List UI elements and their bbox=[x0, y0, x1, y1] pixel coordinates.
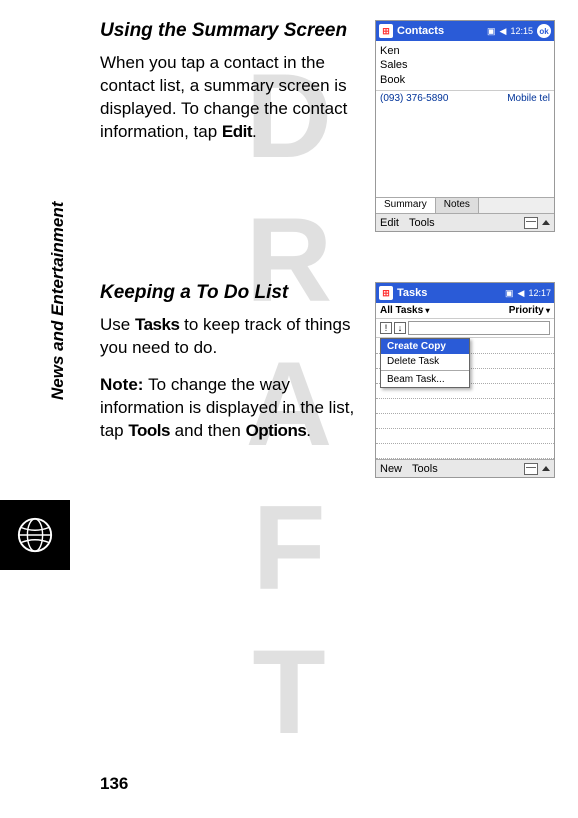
tab-notes[interactable]: Notes bbox=[436, 198, 479, 213]
clock-text: 12:15 bbox=[510, 26, 533, 36]
filter-category[interactable]: All Tasks bbox=[380, 305, 429, 316]
heading-summary: Using the Summary Screen bbox=[100, 20, 360, 42]
contact-field: Book bbox=[380, 73, 550, 87]
filter-bar: All Tasks Priority bbox=[376, 303, 554, 319]
page-content: Using the Summary Screen When you tap a … bbox=[100, 20, 555, 528]
task-list: ☐ Clean office! Create Copy Delete Task … bbox=[376, 338, 554, 354]
command-bar: Edit Tools bbox=[376, 213, 554, 231]
device-titlebar: ⊞ Tasks ▣ ◀ 12:17 bbox=[376, 283, 554, 303]
figure-tasks-device: ⊞ Tasks ▣ ◀ 12:17 All Tasks Priority ! ↓ bbox=[375, 282, 555, 478]
ui-label-edit: Edit bbox=[222, 122, 252, 141]
globe-icon bbox=[0, 500, 70, 570]
heading-todo: Keeping a To Do List bbox=[100, 282, 360, 304]
contact-field: Sales bbox=[380, 58, 550, 72]
phone-row[interactable]: (093) 376-5890 Mobile tel bbox=[376, 90, 554, 106]
tab-bar: Summary Notes bbox=[376, 197, 554, 213]
priority-low-icon[interactable]: ↓ bbox=[394, 322, 406, 334]
clock-text: 12:17 bbox=[528, 288, 551, 298]
menu-edit[interactable]: Edit bbox=[380, 217, 399, 229]
figure-contacts-device: ⊞ Contacts ▣ ◀ 12:15 ok Ken Sales Book (… bbox=[375, 20, 555, 232]
section-summary-screen: Using the Summary Screen When you tap a … bbox=[100, 20, 555, 232]
ui-label-tools: Tools bbox=[128, 421, 170, 440]
context-menu: Create Copy Delete Task Beam Task... bbox=[380, 338, 470, 388]
chevron-up-icon[interactable] bbox=[542, 466, 550, 471]
body-summary: When you tap a contact in the contact li… bbox=[100, 52, 360, 144]
entry-row: ! ↓ bbox=[376, 319, 554, 338]
app-title: Tasks bbox=[397, 287, 501, 299]
body-text: and then bbox=[170, 421, 246, 440]
body-text: . bbox=[306, 421, 311, 440]
contact-name: Ken bbox=[380, 44, 550, 58]
menu-new[interactable]: New bbox=[380, 463, 402, 475]
ui-label-options: Options bbox=[246, 421, 307, 440]
priority-normal-icon[interactable]: ! bbox=[380, 322, 392, 334]
menu-tools[interactable]: Tools bbox=[409, 217, 435, 229]
page-number: 136 bbox=[100, 774, 128, 794]
windows-icon: ⊞ bbox=[379, 24, 393, 38]
menu-delete-task[interactable]: Delete Task bbox=[381, 354, 469, 369]
sidebar-section-label: News and Entertainment bbox=[48, 202, 68, 400]
menu-beam-task[interactable]: Beam Task... bbox=[381, 372, 469, 387]
signal-icon: ▣ bbox=[505, 288, 514, 299]
ok-button[interactable]: ok bbox=[537, 24, 551, 38]
body-todo: Use Tasks to keep track of things you ne… bbox=[100, 314, 360, 360]
filter-sort[interactable]: Priority bbox=[509, 305, 550, 316]
note-label: Note: bbox=[100, 375, 148, 394]
keyboard-icon[interactable] bbox=[524, 217, 538, 229]
body-text: . bbox=[252, 122, 257, 141]
new-task-input[interactable] bbox=[408, 321, 550, 335]
signal-icon: ▣ bbox=[487, 26, 496, 37]
chevron-up-icon[interactable] bbox=[542, 220, 550, 225]
phone-label: Mobile tel bbox=[507, 93, 550, 104]
speaker-icon: ◀ bbox=[500, 26, 507, 37]
menu-create-copy[interactable]: Create Copy bbox=[381, 339, 469, 354]
speaker-icon: ◀ bbox=[518, 288, 525, 299]
app-title: Contacts bbox=[397, 25, 483, 37]
note-todo: Note: To change the way information is d… bbox=[100, 374, 360, 443]
ui-label-tasks: Tasks bbox=[135, 315, 179, 334]
tab-summary[interactable]: Summary bbox=[376, 198, 436, 213]
phone-number: (093) 376-5890 bbox=[380, 93, 448, 104]
section-todo-list: Keeping a To Do List Use Tasks to keep t… bbox=[100, 282, 555, 478]
menu-tools[interactable]: Tools bbox=[412, 463, 438, 475]
body-text: Use bbox=[100, 315, 135, 334]
device-titlebar: ⊞ Contacts ▣ ◀ 12:15 ok bbox=[376, 21, 554, 41]
keyboard-icon[interactable] bbox=[524, 463, 538, 475]
command-bar: New Tools bbox=[376, 459, 554, 477]
windows-icon: ⊞ bbox=[379, 286, 393, 300]
contact-summary: Ken Sales Book bbox=[376, 41, 554, 90]
